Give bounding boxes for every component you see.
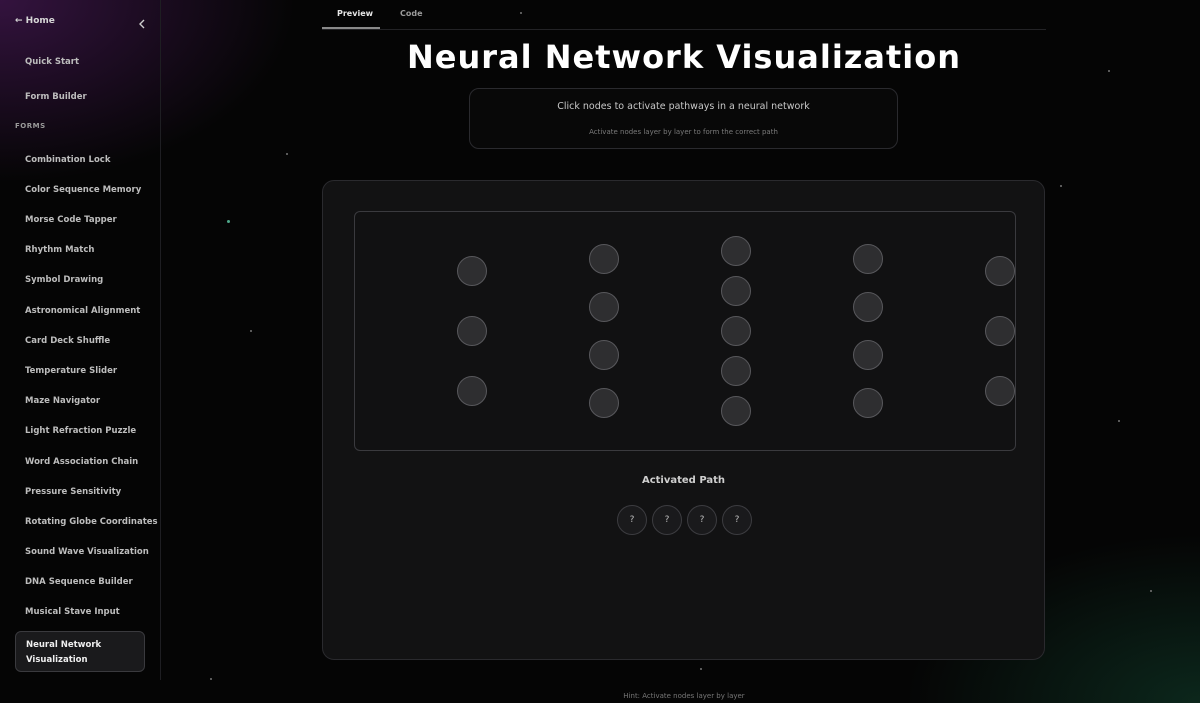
sidebar-section-forms: FORMS (15, 122, 46, 130)
sidebar-item-rotating-globe-coordinates[interactable]: Rotating Globe Coordinates (25, 517, 158, 527)
network-node-l3-n5[interactable] (721, 396, 751, 426)
network-node-l2-n1[interactable] (589, 244, 619, 274)
network-node-l4-n2[interactable] (853, 292, 883, 322)
network-node-l5-n1[interactable] (985, 256, 1015, 286)
path-slot: ? (617, 505, 647, 535)
network-node-l1-n1[interactable] (457, 256, 487, 286)
sidebar-item-symbol-drawing[interactable]: Symbol Drawing (25, 275, 103, 285)
sidebar-item-astronomical-alignment[interactable]: Astronomical Alignment (25, 306, 140, 316)
hint-text: Hint: Activate nodes layer by layer (623, 692, 745, 700)
sidebar-item-light-refraction-puzzle[interactable]: Light Refraction Puzzle (25, 426, 136, 436)
view-tabs: Preview Code (322, 0, 1046, 30)
sidebar-item-word-association-chain[interactable]: Word Association Chain (25, 457, 138, 467)
network-node-l2-n3[interactable] (589, 340, 619, 370)
sidebar-item-dna-sequence-builder[interactable]: DNA Sequence Builder (25, 577, 133, 587)
network-node-l4-n4[interactable] (853, 388, 883, 418)
sidebar-item-sound-wave-visualization[interactable]: Sound Wave Visualization (25, 547, 149, 557)
sidebar-item-card-deck-shuffle[interactable]: Card Deck Shuffle (25, 336, 110, 346)
description-box: Click nodes to activate pathways in a ne… (469, 88, 898, 149)
description-subtext: Activate nodes layer by layer to form th… (589, 128, 778, 136)
sidebar-item-maze-navigator[interactable]: Maze Navigator (25, 396, 100, 406)
collapse-sidebar-button[interactable] (136, 17, 148, 31)
sidebar-item-form-builder[interactable]: Form Builder (25, 92, 87, 102)
sidebar-item-neural-network-visualization[interactable]: Neural Network Visualization (15, 631, 145, 672)
description-text: Click nodes to activate pathways in a ne… (557, 101, 810, 112)
sidebar-item-pressure-sensitivity[interactable]: Pressure Sensitivity (25, 487, 121, 497)
puzzle-panel: Activated Path ? ? ? ? (322, 180, 1045, 660)
sidebar-item-morse-code-tapper[interactable]: Morse Code Tapper (25, 215, 117, 225)
sidebar: ← Home Quick Start Form Builder FORMS Co… (0, 0, 161, 680)
neural-network-canvas (354, 211, 1016, 451)
active-tab-indicator (322, 27, 380, 29)
sidebar-item-rhythm-match[interactable]: Rhythm Match (25, 245, 94, 255)
network-node-l1-n3[interactable] (457, 376, 487, 406)
path-slot: ? (722, 505, 752, 535)
network-node-l4-n1[interactable] (853, 244, 883, 274)
page-title: Neural Network Visualization (406, 38, 962, 76)
network-node-l3-n3[interactable] (721, 316, 751, 346)
sidebar-item-label-line1: Neural Network (26, 640, 102, 650)
activated-path-title: Activated Path (641, 475, 726, 486)
tab-preview[interactable]: Preview (337, 9, 373, 18)
sidebar-item-musical-stave-input[interactable]: Musical Stave Input (25, 607, 120, 617)
path-slot: ? (652, 505, 682, 535)
network-node-l5-n2[interactable] (985, 316, 1015, 346)
network-node-l3-n4[interactable] (721, 356, 751, 386)
network-node-l3-n1[interactable] (721, 236, 751, 266)
tab-code[interactable]: Code (400, 9, 423, 18)
path-slot: ? (687, 505, 717, 535)
sidebar-item-temperature-slider[interactable]: Temperature Slider (25, 366, 117, 376)
home-link[interactable]: ← Home (15, 16, 55, 26)
network-node-l2-n4[interactable] (589, 388, 619, 418)
sidebar-item-combination-lock[interactable]: Combination Lock (25, 155, 111, 165)
sidebar-item-label-line2: Visualization (26, 655, 88, 665)
network-node-l3-n2[interactable] (721, 276, 751, 306)
sidebar-item-quick-start[interactable]: Quick Start (25, 57, 79, 67)
network-node-l2-n2[interactable] (589, 292, 619, 322)
network-node-l4-n3[interactable] (853, 340, 883, 370)
network-node-l1-n2[interactable] (457, 316, 487, 346)
network-node-l5-n3[interactable] (985, 376, 1015, 406)
sidebar-item-color-sequence-memory[interactable]: Color Sequence Memory (25, 185, 141, 195)
chevron-left-icon (139, 19, 145, 29)
